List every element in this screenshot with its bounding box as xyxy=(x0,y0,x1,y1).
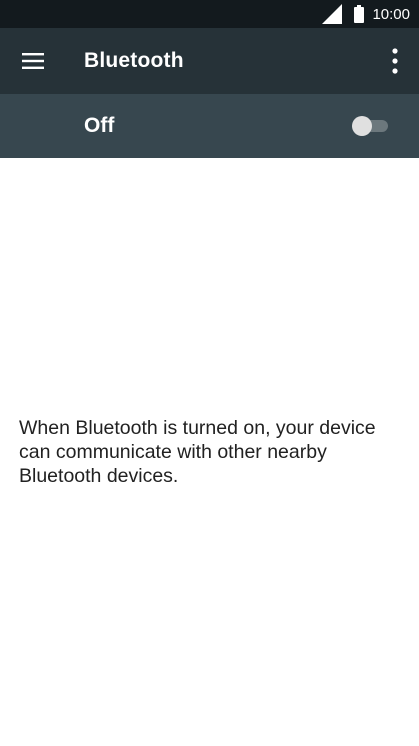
bluetooth-toggle-row[interactable]: Off xyxy=(0,94,419,158)
page-title: Bluetooth xyxy=(84,49,184,72)
app-bar: Bluetooth xyxy=(0,28,419,94)
battery-icon xyxy=(354,5,365,23)
more-options-button[interactable] xyxy=(383,41,407,81)
status-time: 10:00 xyxy=(372,5,410,23)
status-bar: 10:00 xyxy=(0,0,419,28)
bluetooth-settings-screen: 10:00 Bluetooth Off When Bluetooth is tu… xyxy=(0,0,419,746)
bluetooth-state-label: Off xyxy=(84,114,115,137)
menu-icon xyxy=(22,53,44,69)
cell-signal-icon xyxy=(322,4,343,24)
switch-thumb xyxy=(352,116,372,136)
bluetooth-switch[interactable] xyxy=(352,116,388,136)
bluetooth-description: When Bluetooth is turned on, your device… xyxy=(19,417,376,487)
more-vert-icon xyxy=(392,48,398,74)
navigation-menu-button[interactable] xyxy=(0,28,66,94)
